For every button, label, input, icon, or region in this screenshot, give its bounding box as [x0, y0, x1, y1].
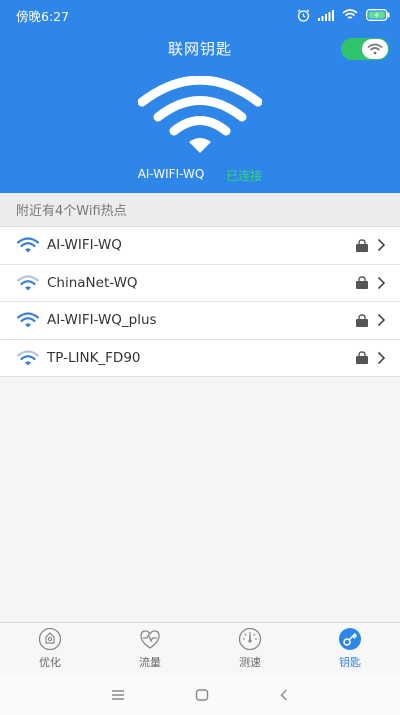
wifi-status-icon [342, 9, 358, 19]
back-icon[interactable] [279, 689, 289, 701]
lock-icon [355, 239, 369, 252]
nearby-hotspots-title: 附近有4个Wifi热点 [0, 193, 400, 227]
key-icon [339, 628, 361, 650]
app-title: 联网钥匙 [167, 40, 232, 58]
home-icon[interactable] [195, 688, 209, 701]
lock-icon [355, 351, 369, 365]
tab-key[interactable]: 钥匙 [300, 623, 400, 674]
status-bar: 傍晚6:27 [0, 0, 400, 30]
bottom-tab-bar: 优化 流量 测速 钥匙 [0, 622, 400, 674]
chevron-right-icon [377, 276, 386, 290]
tab-traffic[interactable]: 流量 [100, 623, 200, 674]
optimize-icon [38, 627, 62, 651]
wifi-signal-medium-icon [17, 350, 39, 366]
wifi-list-item[interactable]: AI-WIFI-WQ [0, 227, 400, 265]
speedometer-icon [238, 627, 262, 651]
wifi-signal-strong-icon [17, 312, 39, 328]
wifi-list-item[interactable]: TP-LINK_FD90 [0, 340, 400, 377]
connected-info: AI-WIFI-WQ 已连接 [0, 167, 400, 184]
connection-status: 已连接 [226, 169, 263, 183]
traffic-icon [140, 630, 160, 649]
wifi-name: AI-WIFI-WQ_plus [47, 312, 157, 329]
tab-label: 优化 [39, 656, 61, 669]
app-screen: 傍晚6:27 联网钥匙 AI-WIFI-WQ 已连接 附近有4个Wifi热点 A… [0, 0, 400, 715]
wifi-name: AI-WIFI-WQ [47, 237, 122, 254]
toggle-knob [362, 39, 388, 59]
alarm-icon [297, 9, 310, 22]
status-time: 傍晚6:27 [16, 8, 70, 24]
chevron-right-icon [377, 351, 386, 365]
wifi-signal-strong-icon [17, 237, 39, 253]
tab-label: 测速 [239, 656, 261, 669]
system-nav-bar [0, 674, 400, 715]
wifi-list-item[interactable]: AI-WIFI-WQ_plus [0, 302, 400, 340]
wifi-toggle[interactable] [341, 38, 389, 60]
menu-icon[interactable] [111, 689, 125, 701]
tab-optimize[interactable]: 优化 [0, 623, 100, 674]
wifi-signal-medium-icon [17, 275, 39, 291]
tab-label: 钥匙 [339, 656, 361, 669]
chevron-right-icon [377, 313, 386, 327]
battery-icon [366, 9, 390, 21]
lock-icon [355, 276, 369, 290]
chevron-right-icon [377, 238, 386, 252]
header: 傍晚6:27 联网钥匙 AI-WIFI-WQ 已连接 [0, 0, 400, 193]
wifi-icon [367, 43, 383, 55]
large-wifi-icon [138, 76, 262, 153]
wifi-name: TP-LINK_FD90 [47, 349, 141, 366]
wifi-list: AI-WIFI-WQ ChinaNet-WQ AI-WIFI-WQ_plus T… [0, 227, 400, 377]
tab-label: 流量 [139, 656, 161, 669]
connected-ssid: AI-WIFI-WQ [137, 167, 205, 181]
cell-signal-icon [318, 9, 334, 21]
tab-speedtest[interactable]: 测速 [200, 623, 300, 674]
wifi-list-item[interactable]: ChinaNet-WQ [0, 265, 400, 302]
lock-icon [355, 314, 369, 327]
status-icons [297, 9, 390, 22]
wifi-name: ChinaNet-WQ [47, 274, 138, 291]
